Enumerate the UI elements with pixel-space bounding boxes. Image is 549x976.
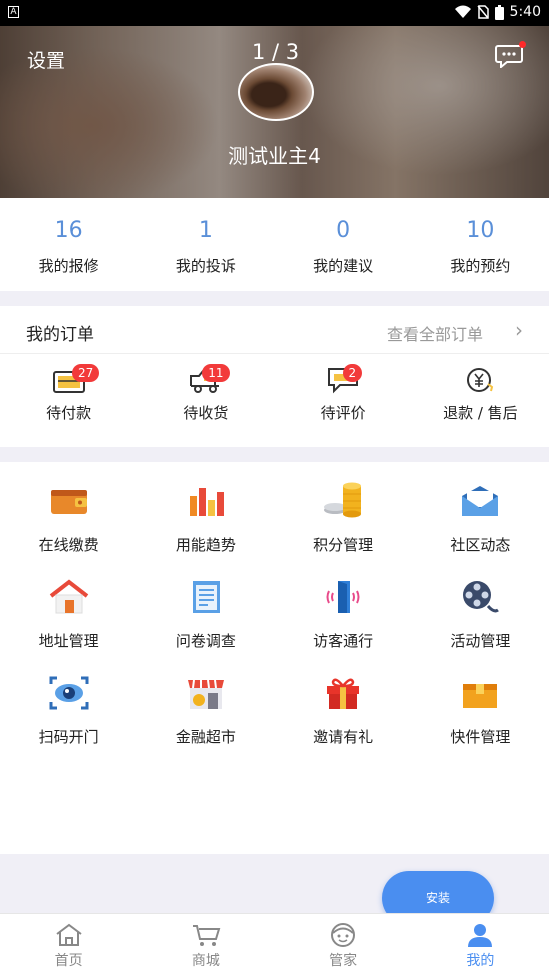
stat-label: 我的报修	[38, 257, 99, 275]
house-icon	[49, 579, 88, 614]
store-icon	[187, 679, 224, 709]
service-label: 积分管理	[313, 536, 374, 554]
settings-button[interactable]: 设置	[27, 46, 65, 73]
tab-home[interactable]: 首页	[0, 914, 137, 976]
service-label: 金融超市	[175, 728, 236, 746]
badge: 11	[202, 364, 230, 382]
orders-card: 我的订单 查看全部订单 › 27 待付款 11 待收货 2 待评价 退款 / 售…	[0, 306, 549, 447]
service-scan-open-door[interactable]: 扫码开门	[0, 668, 137, 750]
order-label: 待评价	[320, 404, 366, 422]
service-label: 地址管理	[38, 632, 99, 650]
profile-page: A 5:40 设置 1 / 3 测试业主4 16 我的报修 1 我的投诉 0 我…	[0, 0, 549, 976]
order-label: 退款 / 售后	[443, 404, 518, 422]
tab-label: 管家	[329, 953, 358, 969]
avatar[interactable]	[238, 63, 314, 121]
tab-label: 我的	[466, 953, 495, 969]
no-sim-icon	[476, 5, 489, 19]
service-label: 问卷调查	[175, 632, 236, 650]
envelope-icon	[462, 486, 499, 516]
cart-icon	[192, 925, 221, 946]
order-label: 待付款	[46, 404, 92, 422]
stat-value: 0	[336, 218, 351, 243]
tab-mine[interactable]: 我的	[412, 914, 549, 976]
messages-button[interactable]	[495, 41, 526, 70]
stat-complaints[interactable]: 1 我的投诉	[137, 198, 274, 291]
service-label: 扫码开门	[38, 728, 99, 746]
battery-icon	[494, 4, 504, 20]
order-refund[interactable]: 退款 / 售后	[412, 362, 549, 423]
stat-value: 1	[198, 218, 213, 243]
gift-icon	[327, 678, 360, 709]
bar-chart-icon	[189, 488, 224, 516]
status-time: 5:40	[509, 4, 541, 20]
service-label: 在线缴费	[38, 536, 99, 554]
service-energy-trend[interactable]: 用能趋势	[137, 476, 274, 558]
chat-bubble-icon	[495, 45, 523, 70]
wifi-icon	[454, 5, 471, 18]
wallet-icon	[50, 490, 87, 514]
stat-value: 16	[54, 218, 83, 243]
order-label: 待收货	[183, 404, 229, 422]
service-label: 活动管理	[450, 632, 511, 650]
tab-label: 首页	[54, 953, 83, 969]
stat-label: 我的建议	[313, 257, 374, 275]
order-pending-receipt[interactable]: 11 待收货	[137, 362, 274, 423]
tab-mall[interactable]: 商城	[137, 914, 274, 976]
order-pending-review[interactable]: 2 待评价	[275, 362, 412, 423]
service-label: 邀请有礼	[313, 728, 374, 746]
username: 测试业主4	[228, 144, 321, 168]
service-finance-market[interactable]: 金融超市	[137, 668, 274, 750]
stat-suggestions[interactable]: 0 我的建议	[275, 198, 412, 291]
unread-dot	[519, 41, 526, 48]
services-card: 在线缴费 用能趋势 积分管理 社区动态 地址管理 问卷调查 访客通行 活动管理 …	[0, 462, 549, 854]
orders-title: 我的订单	[26, 325, 94, 345]
tab-butler[interactable]: 管家	[275, 914, 412, 976]
service-label: 访客通行	[313, 632, 374, 650]
stat-appointments[interactable]: 10 我的预约	[412, 198, 549, 291]
service-invite-gift[interactable]: 邀请有礼	[275, 668, 412, 750]
home-icon	[56, 923, 82, 946]
stat-repairs[interactable]: 16 我的报修	[0, 198, 137, 291]
film-reel-icon	[463, 581, 500, 613]
tab-label: 商城	[191, 953, 220, 969]
stat-label: 我的预约	[450, 257, 511, 275]
status-bar: A 5:40	[0, 0, 549, 26]
service-parcels[interactable]: 快件管理	[412, 668, 549, 750]
door-icon	[326, 581, 360, 613]
service-survey[interactable]: 问卷调查	[137, 572, 274, 654]
order-pending-payment[interactable]: 27 待付款	[0, 362, 137, 423]
service-online-payment[interactable]: 在线缴费	[0, 476, 137, 558]
profile-header: 设置 1 / 3 测试业主4	[0, 26, 549, 198]
view-all-orders-link[interactable]: 查看全部订单	[387, 321, 483, 345]
scan-eye-icon	[49, 676, 89, 710]
app-notification-icon: A	[8, 6, 19, 18]
service-visitor-pass[interactable]: 访客通行	[275, 572, 412, 654]
badge: 27	[72, 364, 100, 382]
person-icon	[468, 924, 493, 947]
bottom-tab-bar: 首页 商城 管家 我的	[0, 913, 549, 976]
refund-yen-icon	[467, 368, 494, 392]
stat-value: 10	[466, 218, 495, 243]
stats-row: 16 我的报修 1 我的投诉 0 我的建议 10 我的预约	[0, 198, 549, 291]
orders-header[interactable]: 我的订单 查看全部订单 ›	[0, 306, 549, 354]
service-community-news[interactable]: 社区动态	[412, 476, 549, 558]
service-activities[interactable]: 活动管理	[412, 572, 549, 654]
page-indicator: 1 / 3	[252, 40, 300, 64]
badge: 2	[342, 364, 363, 382]
service-label: 快件管理	[450, 728, 511, 746]
butler-face-icon	[331, 923, 356, 947]
coins-icon	[324, 482, 362, 518]
document-icon	[192, 581, 220, 613]
chevron-right-icon: ›	[515, 318, 523, 342]
service-address[interactable]: 地址管理	[0, 572, 137, 654]
service-points[interactable]: 积分管理	[275, 476, 412, 558]
box-icon	[463, 684, 498, 708]
service-label: 社区动态	[450, 536, 511, 554]
service-label: 用能趋势	[175, 536, 236, 554]
stat-label: 我的投诉	[175, 257, 236, 275]
